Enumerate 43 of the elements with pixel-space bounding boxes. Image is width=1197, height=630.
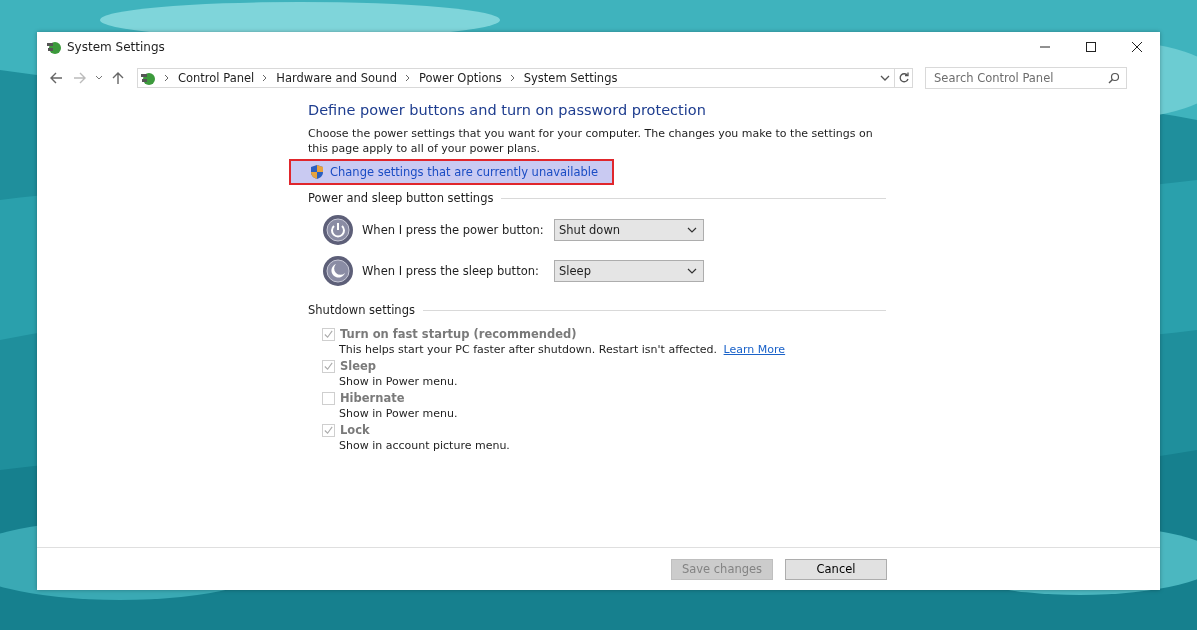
- option-label: Lock: [340, 423, 370, 437]
- option-description: This helps start your PC faster after shutdown. Restart isn't affected.: [339, 343, 718, 356]
- option-description: Show in Power menu.: [339, 375, 458, 388]
- breadcrumb[interactable]: System Settings: [523, 71, 618, 85]
- chevron-down-icon: [687, 267, 697, 275]
- shield-icon: [310, 164, 324, 180]
- power-button-icon: [322, 214, 354, 246]
- chevron-right-icon: [262, 74, 269, 82]
- up-arrow-icon[interactable]: [111, 71, 125, 85]
- refresh-icon: [897, 72, 910, 84]
- sleep-button-icon: [322, 255, 354, 287]
- option-label: Hibernate: [340, 391, 405, 405]
- dropdown[interactable]: Shut down: [554, 219, 704, 241]
- refresh-button[interactable]: [895, 68, 913, 88]
- option-label: Sleep: [340, 359, 377, 373]
- maximize-icon[interactable]: [1085, 41, 1097, 53]
- chevron-right-icon: [404, 74, 411, 82]
- breadcrumb[interactable]: Control Panel: [178, 71, 255, 85]
- breadcrumb[interactable]: Hardware and Sound: [276, 71, 397, 85]
- dropdown[interactable]: Sleep: [554, 260, 704, 282]
- breadcrumb[interactable]: Power Options: [418, 71, 502, 85]
- chevron-down-icon[interactable]: [880, 74, 890, 82]
- option-description: Show in account picture menu.: [339, 439, 510, 452]
- back-arrow-icon[interactable]: [49, 71, 63, 85]
- admin-settings-link[interactable]: Change settings that are currently unavailable: [289, 159, 615, 185]
- option-description: Show in Power menu.: [339, 407, 458, 420]
- chevron-right-icon: [164, 74, 170, 82]
- dialog-button[interactable]: Cancel: [785, 558, 887, 580]
- page-heading: Define power buttons and turn on password protection: [308, 102, 707, 118]
- description-text: Choose the power settings that you want for your computer. The changes you make to the settings on this page apply to all of your power plans.: [308, 126, 874, 156]
- setting-label: When I press the sleep button:: [362, 264, 540, 278]
- chevron-down-icon[interactable]: [95, 74, 103, 82]
- chevron-down-icon: [687, 226, 697, 234]
- search-field[interactable]: Search Control Panel: [925, 67, 1127, 89]
- search-icon: [1108, 72, 1120, 84]
- section-title: Shutdown settings: [308, 303, 415, 317]
- window-title: System Settings: [67, 40, 165, 54]
- option-label: Turn on fast startup (recommended): [340, 327, 577, 341]
- close-icon[interactable]: [1131, 41, 1143, 53]
- section-title: Power and sleep button settings: [308, 191, 494, 205]
- address-bar[interactable]: Control Panel Hardware and Sound Power Options System Settings: [137, 68, 895, 88]
- setting-label: When I press the power button:: [362, 223, 545, 237]
- chevron-right-icon: [509, 74, 516, 82]
